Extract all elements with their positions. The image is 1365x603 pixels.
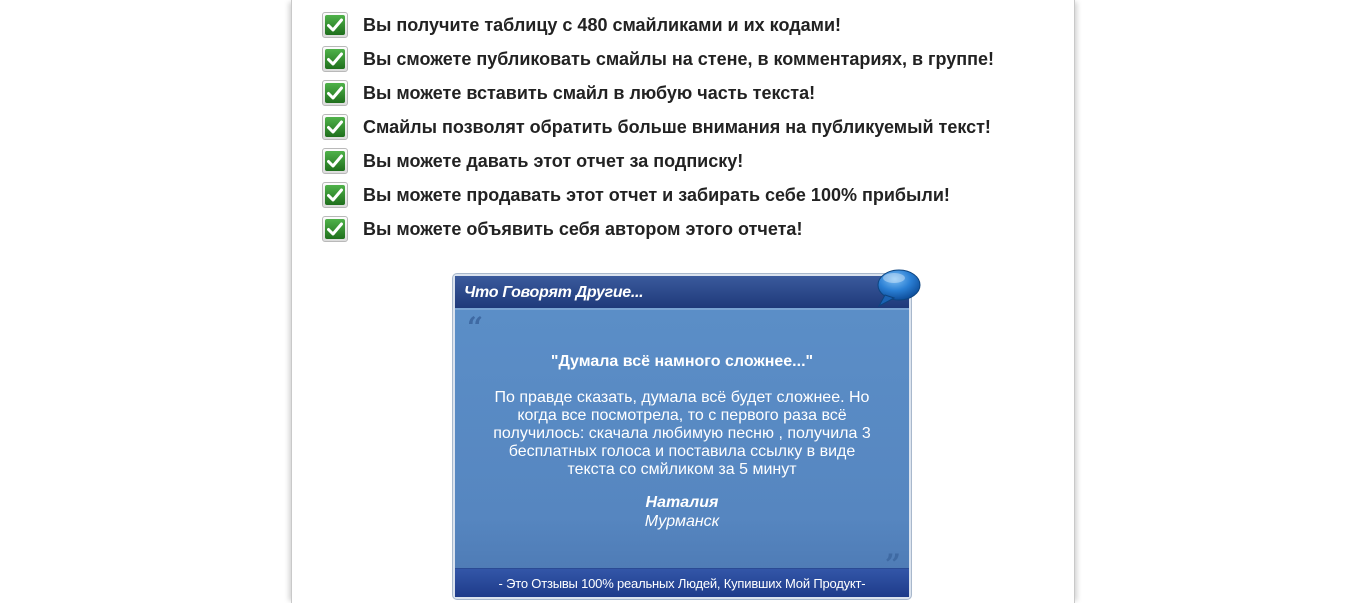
testimonial-title: Что Говорят Другие...: [464, 284, 644, 301]
benefit-item: Вы можете давать этот отчет за подписку!: [322, 144, 994, 178]
testimonial-body: “ "Думала всё намного сложнее..." По пра…: [455, 310, 909, 579]
quote-open-icon: “: [467, 311, 484, 344]
checkmark-icon: [322, 216, 348, 242]
benefit-text: Вы можете вставить смайл в любую часть т…: [363, 82, 816, 103]
speech-bubble-icon: [875, 268, 921, 313]
benefit-item: Вы сможете публиковать смайлы на стене, …: [322, 42, 994, 76]
testimonial-city: Мурманск: [644, 513, 720, 530]
benefit-item: Смайлы позволят обратить больше внимания…: [322, 110, 994, 144]
benefit-item: Вы можете вставить смайл в любую часть т…: [322, 76, 994, 110]
testimonial-box: Что Говорят Другие... “ "Думала всё намн…: [453, 269, 921, 599]
page: Вы получите таблицу с 480 смайликами и и…: [0, 0, 1365, 603]
testimonial-footer-text: - Это Отзывы 100% реальных Людей, Купивш…: [498, 575, 866, 591]
checkmark-icon: [322, 12, 348, 38]
testimonial-author: Наталия: [645, 494, 719, 511]
benefit-item: Вы можете объявить себя автором этого от…: [322, 212, 994, 246]
benefit-text: Смайлы позволят обратить больше внимания…: [363, 116, 991, 137]
benefit-item: Вы можете продавать этот отчет и забират…: [322, 178, 994, 212]
testimonial-headline: "Думала всё намного сложнее...": [550, 353, 814, 370]
benefit-item: Вы получите таблицу с 480 смайликами и и…: [322, 8, 994, 42]
benefits-list: Вы получите таблицу с 480 смайликами и и…: [322, 8, 994, 246]
testimonial-text: По правде сказать, думала всё будет слож…: [493, 389, 871, 478]
checkmark-icon: [322, 182, 348, 208]
benefit-text: Вы сможете публиковать смайлы на стене, …: [363, 48, 995, 69]
benefit-text: Вы можете продавать этот отчет и забират…: [363, 184, 950, 205]
benefit-text: Вы получите таблицу с 480 смайликами и и…: [363, 14, 842, 35]
benefit-text: Вы можете давать этот отчет за подписку!: [363, 150, 744, 171]
testimonial-footer: - Это Отзывы 100% реальных Людей, Купивш…: [455, 568, 909, 597]
checkmark-icon: [322, 46, 348, 72]
checkmark-icon: [322, 80, 348, 106]
testimonial-header: Что Говорят Другие...: [455, 276, 909, 310]
checkmark-icon: [322, 114, 348, 140]
checkmark-icon: [322, 148, 348, 174]
benefit-text: Вы можете объявить себя автором этого от…: [363, 218, 803, 239]
